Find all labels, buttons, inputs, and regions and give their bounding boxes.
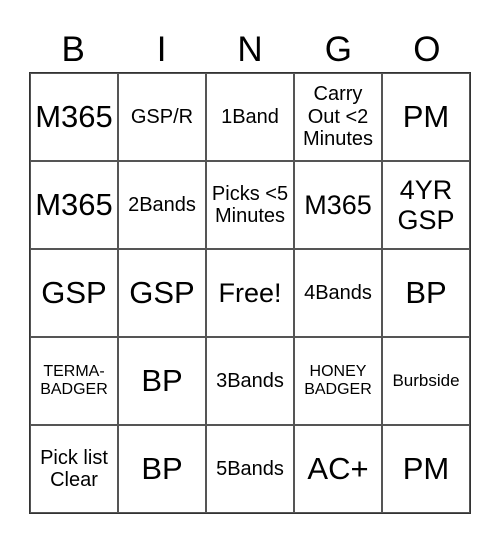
bingo-header: B I N G O <box>29 28 471 72</box>
bingo-grid: M365 GSP/R 1Band Carry Out <2 Minutes PM… <box>29 72 471 514</box>
header-letter-i: I <box>156 30 167 69</box>
header-letter-o: O <box>413 30 441 69</box>
bingo-cell[interactable]: HONEY BADGER <box>294 337 382 425</box>
header-letter-n: N <box>237 30 263 69</box>
bingo-cell[interactable]: 2Bands <box>118 161 206 249</box>
bingo-cell[interactable]: BP <box>382 249 470 337</box>
bingo-cell[interactable]: BP <box>118 425 206 513</box>
header-letter-g: G <box>324 30 353 69</box>
bingo-cell[interactable]: BP <box>118 337 206 425</box>
header-letter-b: B <box>61 30 85 69</box>
bingo-cell[interactable]: Carry Out <2 Minutes <box>294 73 382 161</box>
bingo-cell[interactable]: 4Bands <box>294 249 382 337</box>
bingo-cell[interactable]: PM <box>382 425 470 513</box>
bingo-cell[interactable]: TERMA- BADGER <box>30 337 118 425</box>
bingo-cell[interactable]: M365 <box>294 161 382 249</box>
bingo-cell[interactable]: Burbside <box>382 337 470 425</box>
bingo-cell[interactable]: 5Bands <box>206 425 294 513</box>
bingo-cell[interactable]: M365 <box>30 161 118 249</box>
bingo-cell[interactable]: 4YR GSP <box>382 161 470 249</box>
bingo-cell[interactable]: 3Bands <box>206 337 294 425</box>
bingo-cell[interactable]: GSP <box>118 249 206 337</box>
bingo-cell[interactable]: 1Band <box>206 73 294 161</box>
bingo-cell[interactable]: AC+ <box>294 425 382 513</box>
bingo-cell[interactable]: Pick list Clear <box>30 425 118 513</box>
bingo-cell[interactable]: M365 <box>30 73 118 161</box>
free-space-cell[interactable]: Free! <box>206 249 294 337</box>
bingo-cell[interactable]: GSP <box>30 249 118 337</box>
bingo-cell[interactable]: GSP/R <box>118 73 206 161</box>
bingo-cell[interactable]: Picks <5 Minutes <box>206 161 294 249</box>
bingo-cell[interactable]: PM <box>382 73 470 161</box>
